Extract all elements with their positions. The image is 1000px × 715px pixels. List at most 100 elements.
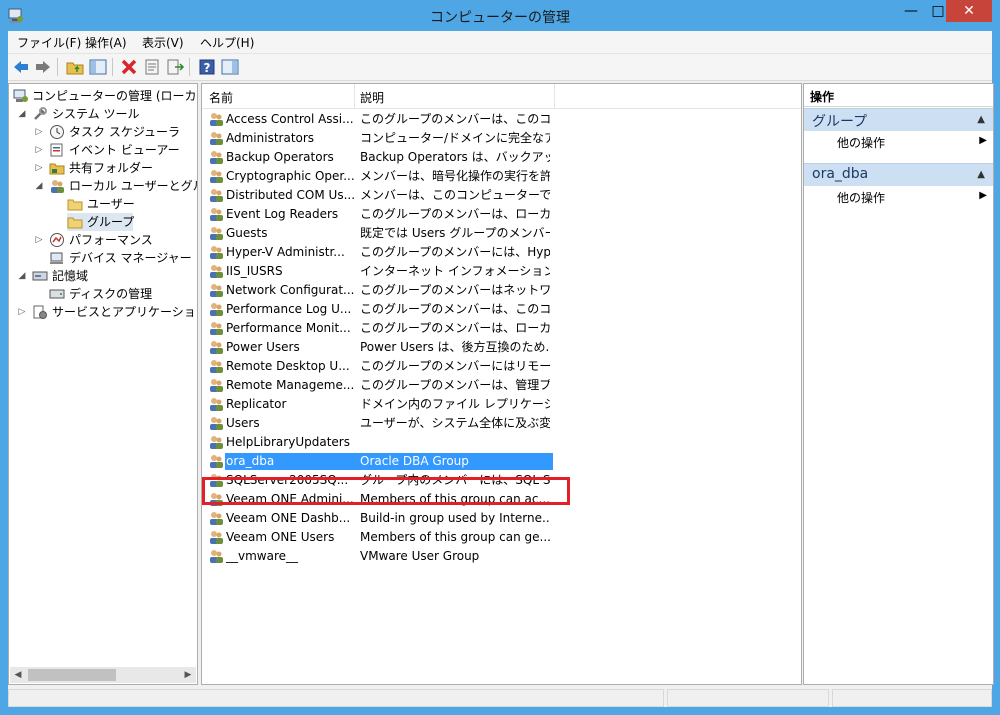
table-row[interactable]: Administrators コンピューター/ドメインに完全なアクセ... <box>202 129 801 148</box>
group-description: このグループのメンバーはネットワーク... <box>360 283 550 297</box>
group-name: Power Users <box>226 340 300 354</box>
scroll-right-icon[interactable]: ▶ <box>180 667 196 683</box>
up-folder-icon[interactable] <box>65 57 85 77</box>
horizontal-scrollbar[interactable]: ◀ ▶ <box>10 667 196 683</box>
action-more-actions[interactable]: 他の操作 ▶ <box>804 132 993 150</box>
table-row[interactable]: IIS_IUSRS インターネット インフォメーション サービ... <box>202 262 801 281</box>
table-row[interactable]: Hyper-V Administr... このグループのメンバーには、Hyper-… <box>202 243 801 262</box>
expand-arrow-icon[interactable]: ◢ <box>34 177 44 195</box>
properties-icon[interactable] <box>142 57 162 77</box>
export-list-icon[interactable] <box>165 57 185 77</box>
column-header-description[interactable]: 説明 <box>360 89 384 106</box>
expand-arrow-icon[interactable]: ◢ <box>17 105 27 123</box>
tree-label: コンピューターの管理 (ローカル) <box>32 89 198 103</box>
group-name: Backup Operators <box>226 150 334 164</box>
menu-view[interactable]: 表示(V) <box>142 34 184 51</box>
table-row-selected[interactable]: ora_dba Oracle DBA Group <box>202 452 801 471</box>
group-name: Replicator <box>226 397 287 411</box>
table-row[interactable]: Backup Operators Backup Operators は、バックアッ… <box>202 148 801 167</box>
expand-arrow-icon[interactable]: ▷ <box>34 123 44 141</box>
table-row[interactable]: Users ユーザーが、システム全体に及ぶ変更... <box>202 414 801 433</box>
group-icon <box>210 417 223 430</box>
status-cell <box>832 689 992 707</box>
delete-icon[interactable] <box>119 57 139 77</box>
group-description: VMware User Group <box>360 549 480 563</box>
shared-folder-icon <box>49 163 65 175</box>
group-description: Oracle DBA Group <box>360 454 469 468</box>
group-description: ユーザーが、システム全体に及ぶ変更... <box>360 416 550 430</box>
tree-item-groups[interactable]: グループ <box>67 213 134 231</box>
action-item-label: 他の操作 <box>837 191 886 205</box>
collapse-triangle-icon[interactable]: ▲ <box>977 114 985 125</box>
group-name: Remote Manageme... <box>226 378 354 392</box>
forward-arrow-icon[interactable] <box>33 57 53 77</box>
table-row[interactable]: Event Log Readers このグループのメンバーは、ローカル コ... <box>202 205 801 224</box>
action-more-actions[interactable]: 他の操作 ▶ <box>804 187 993 205</box>
help-icon[interactable]: ? <box>197 57 217 77</box>
group-name: Cryptographic Oper... <box>226 169 354 183</box>
expand-arrow-icon[interactable]: ▷ <box>17 303 27 321</box>
table-row[interactable]: Network Configurat... このグループのメンバーはネットワーク.… <box>202 281 801 300</box>
table-row[interactable]: Distributed COM Us... メンバーは、このコンピューターで分散 … <box>202 186 801 205</box>
table-row[interactable]: Performance Monit... このグループのメンバーは、ローカルやリ.… <box>202 319 801 338</box>
close-button[interactable]: ✕ <box>946 0 992 22</box>
group-icon <box>210 512 223 525</box>
expand-arrow-icon[interactable]: ▷ <box>34 231 44 249</box>
table-row[interactable]: Replicator ドメイン内のファイル レプリケーションを... <box>202 395 801 414</box>
status-bar <box>8 687 992 707</box>
table-row[interactable]: Veeam ONE Users Members of this group can… <box>202 528 801 547</box>
toolbar-separator <box>57 58 58 76</box>
table-row[interactable]: Guests 既定では Users グループのメンバー... <box>202 224 801 243</box>
group-icon <box>210 303 223 316</box>
minimize-button[interactable]: — <box>897 0 925 22</box>
group-description: このグループのメンバーは、このコンピュ... <box>360 302 550 316</box>
group-icon <box>210 436 223 449</box>
group-description: インターネット インフォメーション サービ... <box>360 264 550 278</box>
group-description: このグループのメンバーは、ローカル コ... <box>360 207 550 221</box>
table-row[interactable]: __vmware__ VMware User Group <box>202 547 801 566</box>
tools-icon <box>34 107 47 120</box>
annotation-highlight-box <box>202 477 570 505</box>
show-hide-tree-icon[interactable] <box>88 57 108 77</box>
status-cell <box>8 689 664 707</box>
table-row[interactable]: Cryptographic Oper... メンバーは、暗号化操作の実行を許... <box>202 167 801 186</box>
menu-action[interactable]: 操作(A) <box>85 34 127 51</box>
table-row[interactable]: Remote Manageme... このグループのメンバーは、管理プロト... <box>202 376 801 395</box>
scroll-left-icon[interactable]: ◀ <box>10 667 26 683</box>
expand-arrow-icon[interactable]: ◢ <box>17 267 27 285</box>
column-divider[interactable] <box>354 84 355 108</box>
table-row[interactable]: Power Users Power Users は、後方互換のため... <box>202 338 801 357</box>
collapse-triangle-icon[interactable]: ▲ <box>977 169 985 180</box>
table-row[interactable]: Performance Log U... このグループのメンバーは、このコンピュ.… <box>202 300 801 319</box>
back-arrow-icon[interactable] <box>11 57 31 77</box>
tree-label: 共有フォルダー <box>69 161 154 175</box>
show-action-pane-icon[interactable] <box>220 57 240 77</box>
column-header-name[interactable]: 名前 <box>209 89 233 106</box>
table-row[interactable]: Veeam ONE Dashb... Build-in group used by… <box>202 509 801 528</box>
group-description: このグループのメンバーには、Hyper-... <box>360 245 550 259</box>
expand-arrow-icon[interactable]: ▷ <box>34 141 44 159</box>
table-row[interactable]: Remote Desktop U... このグループのメンバーにはリモートから..… <box>202 357 801 376</box>
tree-label: サービスとアプリケーション <box>52 305 198 319</box>
group-name: Guests <box>226 226 268 240</box>
menu-file[interactable]: ファイル(F) <box>17 34 81 51</box>
submenu-arrow-icon: ▶ <box>979 190 987 201</box>
scroll-thumb[interactable] <box>28 669 116 681</box>
table-row[interactable]: HelpLibraryUpdaters <box>202 433 801 452</box>
group-icon <box>210 322 223 335</box>
event-viewer-icon <box>50 143 63 157</box>
svg-text:?: ? <box>204 61 211 75</box>
action-item-label: 他の操作 <box>837 136 886 150</box>
column-divider[interactable] <box>554 84 555 108</box>
group-name: Network Configurat... <box>226 283 354 297</box>
expand-arrow-icon[interactable]: ▷ <box>34 159 44 177</box>
client-area: ファイル(F) 操作(A) 表示(V) ヘルプ(H) ? コンピューターの管理 … <box>8 31 994 707</box>
list-header: 名前 説明 <box>202 84 801 109</box>
menu-help[interactable]: ヘルプ(H) <box>200 34 254 51</box>
computer-management-icon <box>13 89 28 102</box>
services-icon <box>33 305 47 319</box>
action-section-groups[interactable]: グループ ▲ <box>804 108 993 131</box>
table-row[interactable]: Access Control Assi... このグループのメンバーは、このコンピ… <box>202 110 801 129</box>
toolbar: ? <box>8 54 992 81</box>
action-section-ora-dba[interactable]: ora_dba ▲ <box>804 163 993 186</box>
